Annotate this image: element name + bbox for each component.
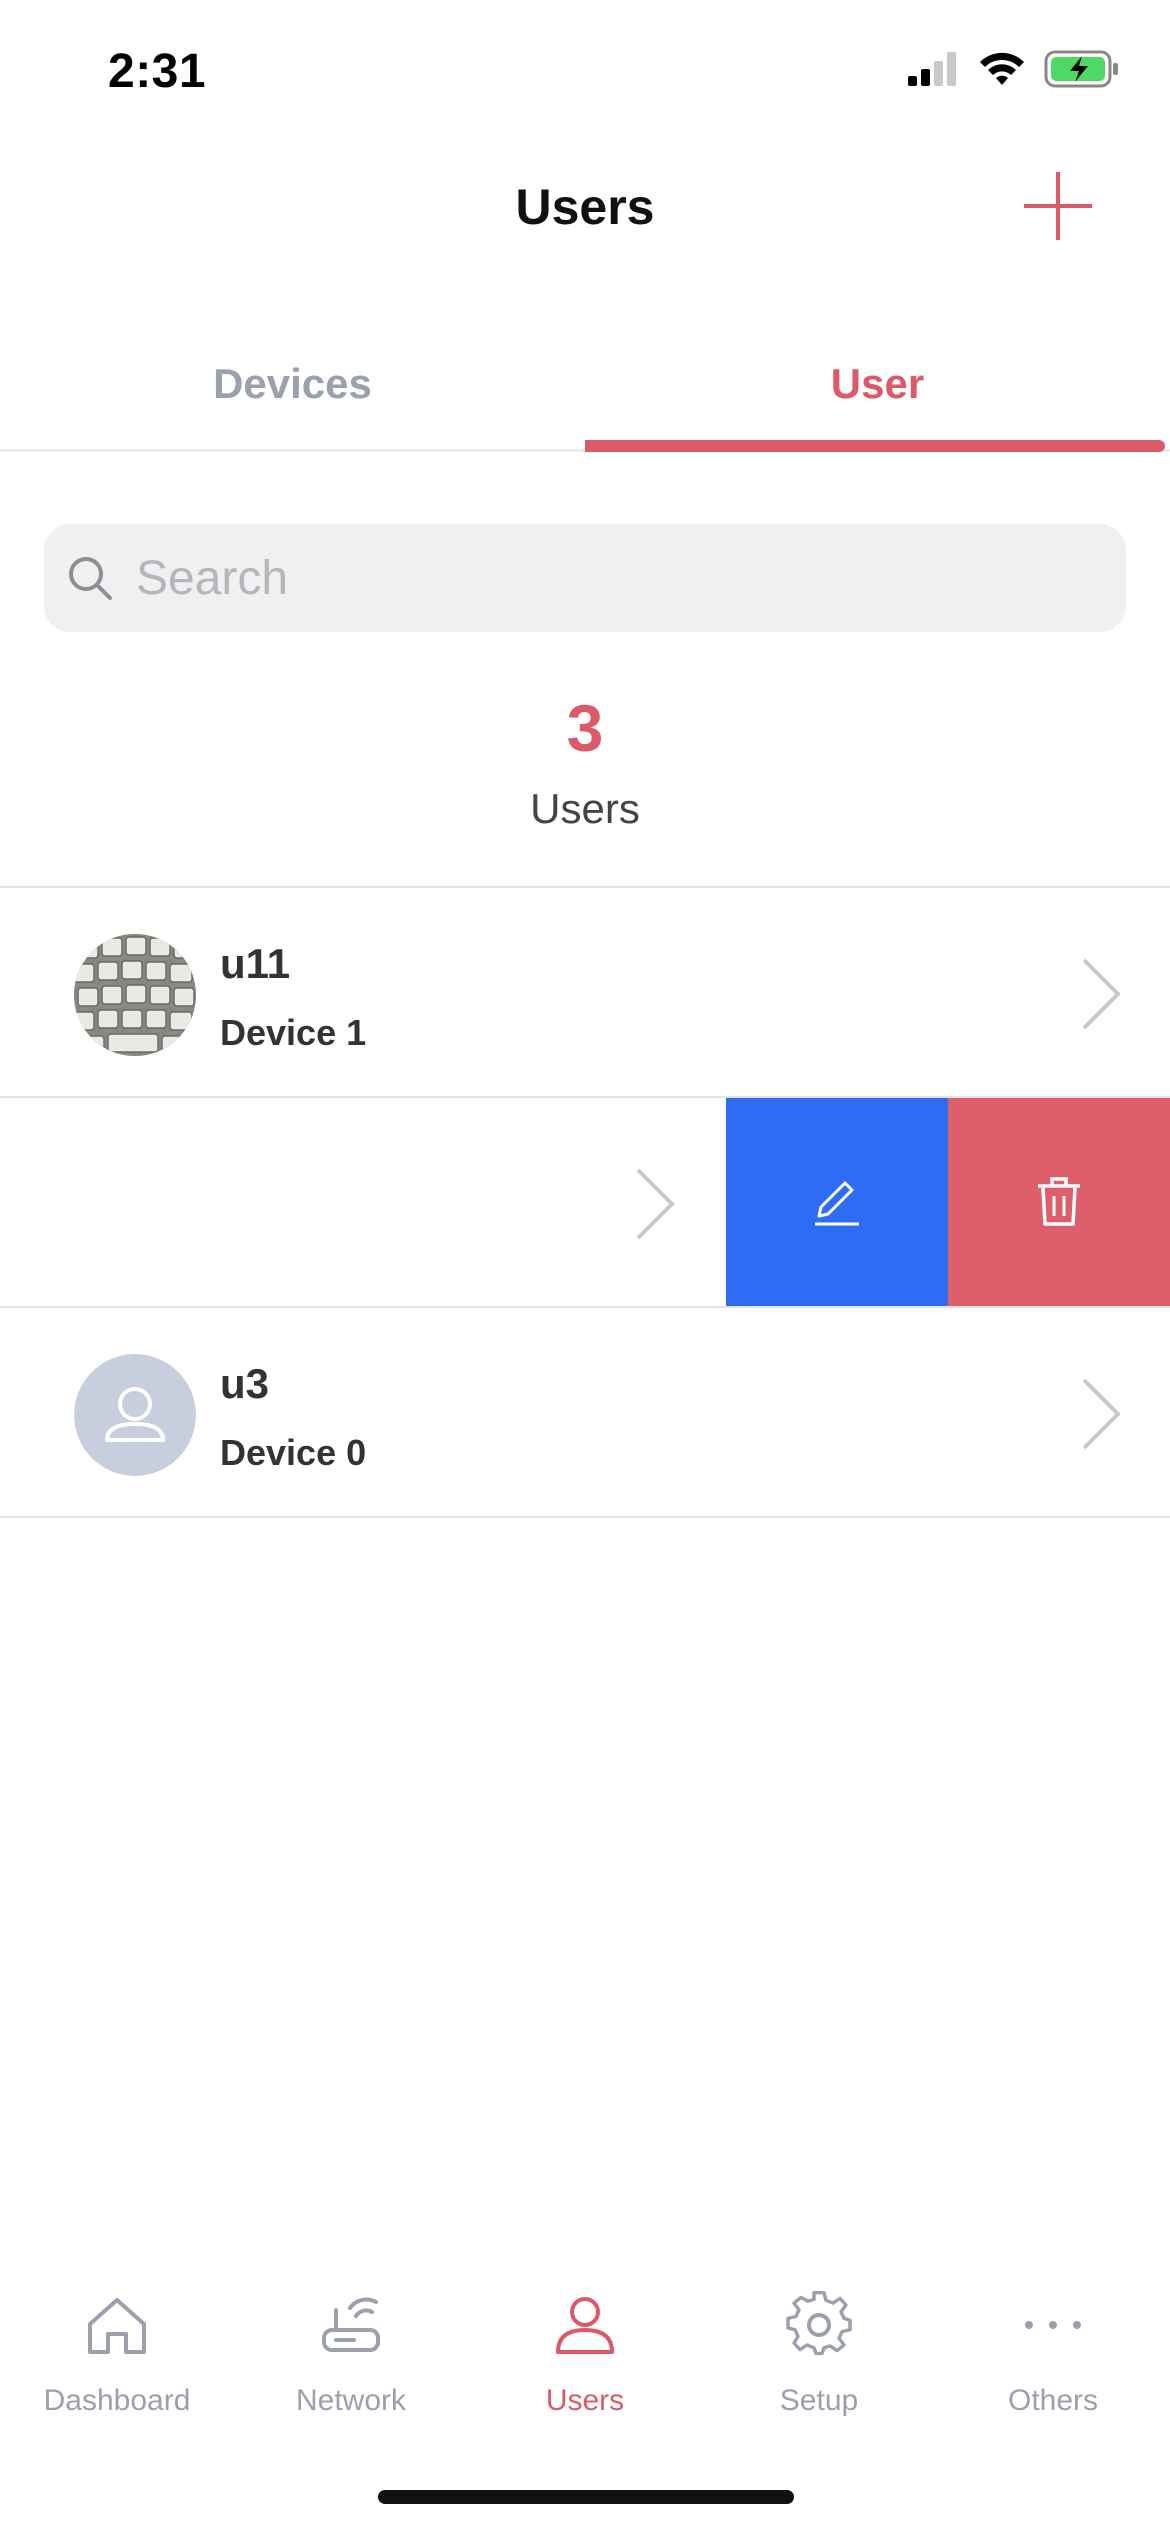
search-icon <box>69 557 112 600</box>
nav-setup[interactable]: Setup <box>702 2290 936 2418</box>
delete-button[interactable] <box>948 1098 1170 1306</box>
nav-others[interactable]: Others <box>936 2290 1170 2418</box>
gear-icon <box>786 2291 852 2356</box>
nav-users[interactable]: Users <box>468 2290 702 2418</box>
user-device-count: Device 1 <box>220 1012 367 1053</box>
status-bar: 2:31 <box>0 0 1170 140</box>
user-list: u11 Device 1 u3 Device 0 <box>0 886 1170 1518</box>
avatar <box>74 934 196 1056</box>
home-indicator <box>378 2490 794 2504</box>
home-icon <box>88 2298 146 2354</box>
more-dots-icon <box>1025 2321 1081 2329</box>
user-row[interactable]: u3 Device 0 <box>0 1308 1170 1518</box>
search-bar[interactable] <box>44 524 1126 632</box>
nav-label: Setup <box>779 2384 859 2417</box>
header: Users <box>0 150 1170 270</box>
nav-dashboard[interactable]: Dashboard <box>0 2290 234 2418</box>
add-user-button[interactable] <box>1022 170 1094 242</box>
user-name: u11 <box>220 940 291 987</box>
chevron-right-icon[interactable] <box>1076 954 1126 1034</box>
user-row[interactable]: u11 Device 1 <box>0 888 1170 1098</box>
status-icons <box>908 50 1120 88</box>
nav-label: Dashboard <box>43 2384 191 2417</box>
nav-label: Others <box>1007 2384 1099 2417</box>
router-icon <box>322 2297 380 2352</box>
nav-network[interactable]: Network <box>234 2290 468 2418</box>
avatar <box>74 1354 196 1476</box>
nav-label: Users <box>545 2384 625 2417</box>
nav-label: Network <box>295 2384 407 2417</box>
edit-button[interactable] <box>726 1098 948 1306</box>
user-name: u3 <box>220 1360 270 1407</box>
edit-icon <box>815 1181 859 1226</box>
person-icon <box>556 2297 614 2354</box>
cellular-signal-icon <box>908 52 956 86</box>
active-tab-indicator <box>585 440 1165 452</box>
chevron-right-icon[interactable] <box>1076 1374 1126 1454</box>
trash-icon <box>1038 1177 1080 1226</box>
user-count-label: Users <box>530 785 640 832</box>
tab-devices[interactable]: Devices <box>0 360 585 408</box>
wifi-icon <box>980 52 1024 85</box>
tab-user[interactable]: User <box>585 360 1170 408</box>
user-device-count: Device 0 <box>220 1432 367 1473</box>
default-person-icon <box>74 1354 196 1476</box>
bottom-nav: Dashboard Network Users Setup Others <box>0 2290 1170 2440</box>
user-row-swiped[interactable] <box>0 1098 1170 1308</box>
tab-bar: Devices User <box>0 340 1170 452</box>
user-count: 3 <box>566 691 604 765</box>
page-title: Users <box>515 179 655 235</box>
keyboard-photo-image <box>74 934 196 1056</box>
battery-charging-icon <box>1044 50 1118 88</box>
chevron-right-icon[interactable] <box>630 1164 680 1244</box>
search-input[interactable] <box>136 550 1036 606</box>
plus-icon <box>1024 172 1092 240</box>
status-time: 2:31 <box>108 45 207 98</box>
